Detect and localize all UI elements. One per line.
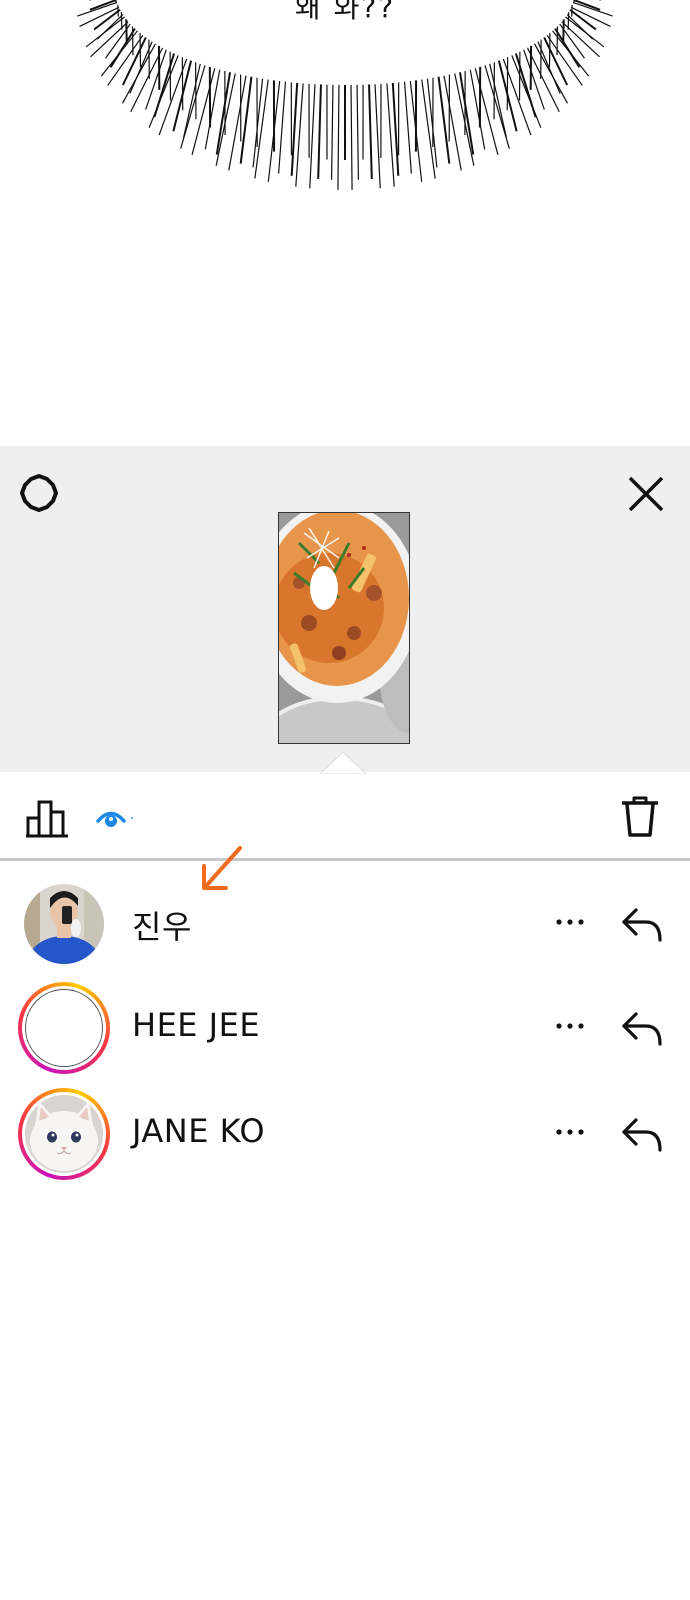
speed-line xyxy=(437,76,451,164)
story-thumbnail[interactable] xyxy=(278,512,410,744)
reply-button[interactable] xyxy=(620,1008,664,1048)
reply-icon xyxy=(622,1118,662,1152)
speed-line xyxy=(368,84,373,179)
viewers-button[interactable]: · xyxy=(96,806,134,832)
avatar[interactable] xyxy=(24,884,104,964)
delete-button[interactable] xyxy=(621,796,659,838)
speed-line xyxy=(204,69,221,150)
speed-line xyxy=(374,84,381,189)
speech-text: 왜 와?? xyxy=(294,0,396,24)
speed-line xyxy=(391,82,400,176)
thumbnail-pointer xyxy=(320,752,366,774)
bar-chart-icon xyxy=(26,800,68,838)
person-photo-image xyxy=(24,884,104,964)
more-icon xyxy=(556,919,584,925)
reply-button[interactable] xyxy=(620,904,664,944)
viewer-count: · xyxy=(130,811,135,827)
speed-line xyxy=(330,84,334,180)
viewer-row[interactable]: 진우 xyxy=(0,874,690,974)
viewer-row[interactable]: HEE JEE xyxy=(0,978,690,1078)
speed-line xyxy=(278,81,287,174)
more-options-button[interactable] xyxy=(554,1120,586,1144)
speed-line xyxy=(317,84,322,179)
speed-line xyxy=(182,63,201,138)
speed-line xyxy=(469,69,486,150)
reply-icon xyxy=(622,908,662,942)
settings-button[interactable] xyxy=(18,472,60,514)
speed-line xyxy=(309,84,316,189)
speed-line xyxy=(459,72,475,155)
more-options-button[interactable] xyxy=(554,910,586,934)
divider xyxy=(0,858,690,861)
speed-line xyxy=(239,76,253,164)
speed-line xyxy=(337,84,340,190)
story-ring-avatar[interactable] xyxy=(18,982,110,1074)
annotation-arrow-icon xyxy=(202,846,242,890)
reply-button[interactable] xyxy=(620,1114,664,1154)
gear-icon xyxy=(20,474,58,512)
viewer-row[interactable]: JANE KO xyxy=(0,1084,690,1184)
avatar-frame xyxy=(22,986,106,1070)
speed-lines-burst xyxy=(77,0,613,190)
speed-line xyxy=(489,63,508,138)
reply-icon xyxy=(622,1012,662,1046)
viewer-name: JANE KO xyxy=(132,1112,266,1150)
more-icon xyxy=(556,1023,584,1029)
speed-line xyxy=(215,72,231,155)
speed-line xyxy=(403,81,412,174)
viewer-name: 진우 xyxy=(132,908,192,946)
speed-line xyxy=(350,84,353,190)
insights-button[interactable] xyxy=(26,800,68,838)
speed-line xyxy=(484,65,510,149)
close-icon xyxy=(628,476,664,512)
cat-photo xyxy=(25,1095,103,1173)
speed-line xyxy=(153,53,176,118)
trash-icon xyxy=(621,796,659,837)
close-button[interactable] xyxy=(624,472,668,516)
speed-line xyxy=(356,84,360,180)
avatar-frame xyxy=(22,1092,106,1176)
viewer-name: HEE JEE xyxy=(132,1006,261,1044)
cat-photo-image xyxy=(25,1095,103,1173)
more-options-button[interactable] xyxy=(554,1014,586,1038)
more-icon xyxy=(556,1129,584,1135)
empty-avatar xyxy=(25,989,103,1067)
story-ring-avatar[interactable] xyxy=(18,1088,110,1180)
food-photo-image xyxy=(279,513,409,743)
speed-line xyxy=(290,82,299,176)
eye-icon xyxy=(96,811,126,827)
